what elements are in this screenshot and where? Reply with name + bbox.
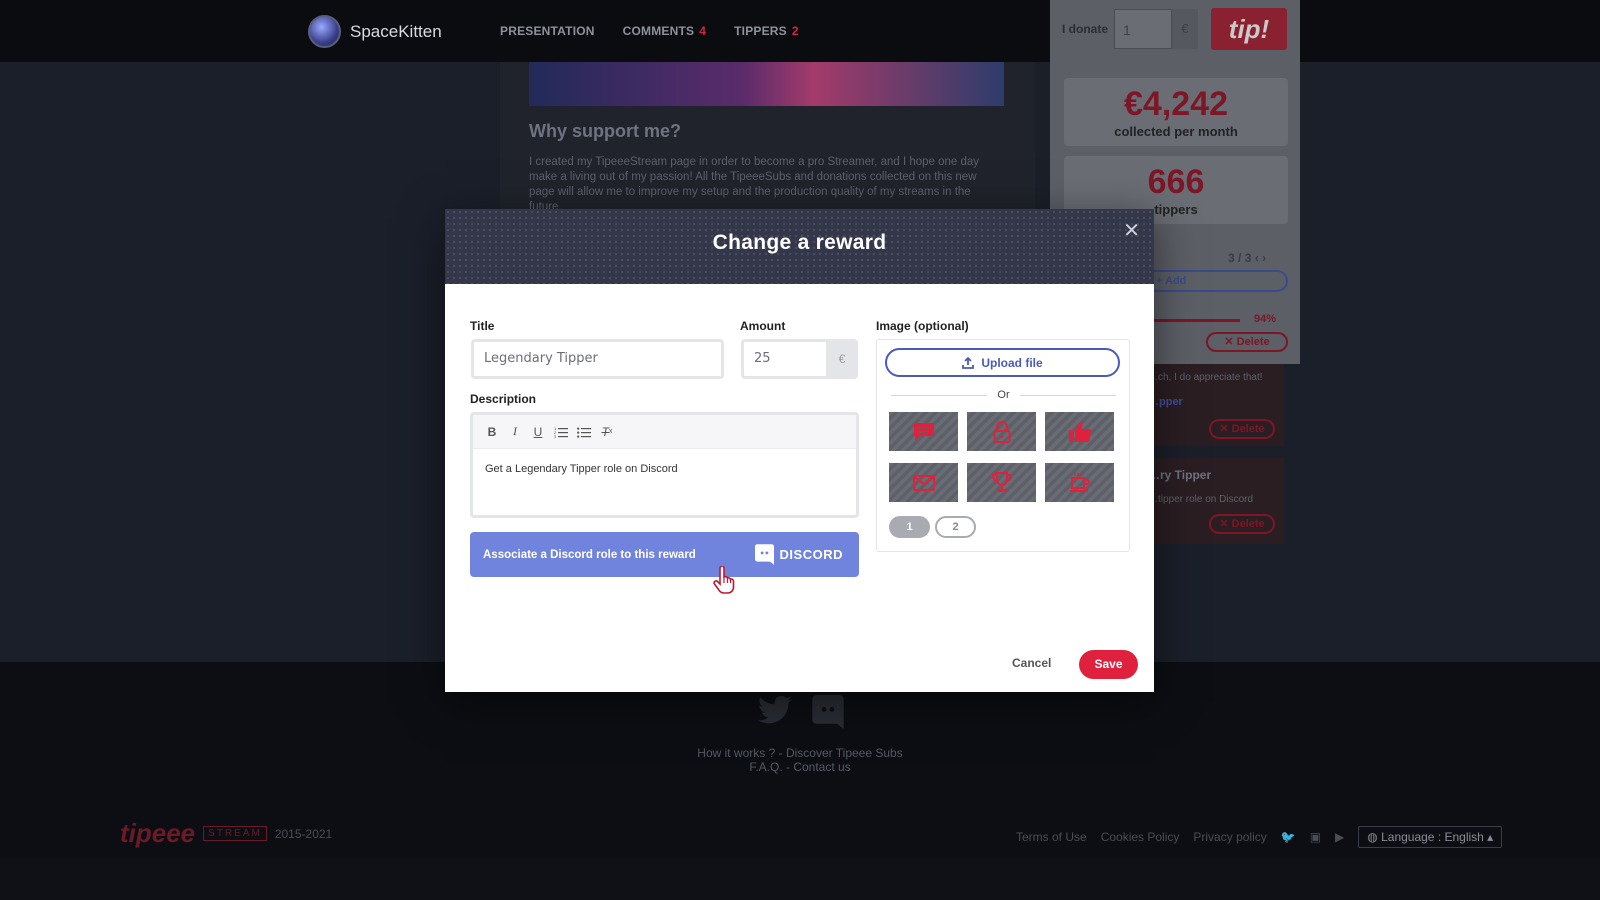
trophy-icon	[991, 471, 1012, 492]
associate-discord-text: Associate a Discord role to this reward	[483, 548, 696, 561]
image-option-chat[interactable]	[889, 412, 958, 451]
ordered-list-icon[interactable]: 123	[552, 423, 570, 441]
description-editor[interactable]: B I U 123 Tx Get a Legendary Tipper role…	[470, 412, 859, 518]
image-label: Image (optional)	[876, 319, 969, 333]
underline-icon[interactable]: U	[529, 423, 547, 441]
image-option-thumbs-up[interactable]	[1045, 412, 1114, 451]
lock-icon	[993, 420, 1010, 443]
save-button[interactable]: Save	[1079, 650, 1138, 679]
amount-label: Amount	[740, 319, 786, 333]
image-page-1[interactable]: 1	[889, 516, 930, 538]
editor-toolbar: B I U 123 Tx	[473, 415, 856, 449]
or-divider: Or	[891, 389, 1117, 401]
hand-cursor-icon	[713, 566, 735, 594]
svg-text:3: 3	[554, 434, 557, 438]
image-option-coffee[interactable]	[1045, 463, 1114, 502]
description-text[interactable]: Get a Legendary Tipper role on Discord	[473, 449, 856, 489]
envelope-icon	[912, 474, 935, 491]
image-option-trophy[interactable]	[967, 463, 1036, 502]
cancel-button[interactable]: Cancel	[1012, 656, 1051, 670]
clear-format-icon[interactable]: Tx	[598, 423, 616, 441]
modal-header: Change a reward ✕	[445, 209, 1154, 284]
discord-icon	[754, 544, 774, 565]
title-label: Title	[470, 319, 495, 333]
image-option-lock[interactable]	[967, 412, 1036, 451]
chat-icon	[913, 422, 934, 441]
image-page-2[interactable]: 2	[935, 516, 976, 538]
upload-icon	[962, 356, 975, 369]
thumbs-up-icon	[1068, 421, 1091, 442]
amount-currency: €	[826, 339, 858, 379]
modal-title: Change a reward	[712, 231, 887, 254]
image-option-envelope[interactable]	[889, 463, 958, 502]
italic-icon[interactable]: I	[506, 423, 524, 441]
discord-logo: DISCORD	[754, 544, 843, 565]
upload-file-button[interactable]: Upload file	[885, 348, 1120, 377]
title-input[interactable]: Legendary Tipper	[471, 339, 724, 379]
close-icon[interactable]: ✕	[1123, 218, 1140, 243]
bullet-list-icon[interactable]	[575, 423, 593, 441]
associate-discord-button[interactable]: Associate a Discord role to this reward …	[470, 532, 859, 577]
bold-icon[interactable]: B	[483, 423, 501, 441]
coffee-icon	[1069, 472, 1090, 492]
description-label: Description	[470, 392, 537, 406]
amount-input[interactable]: 25	[741, 339, 829, 379]
